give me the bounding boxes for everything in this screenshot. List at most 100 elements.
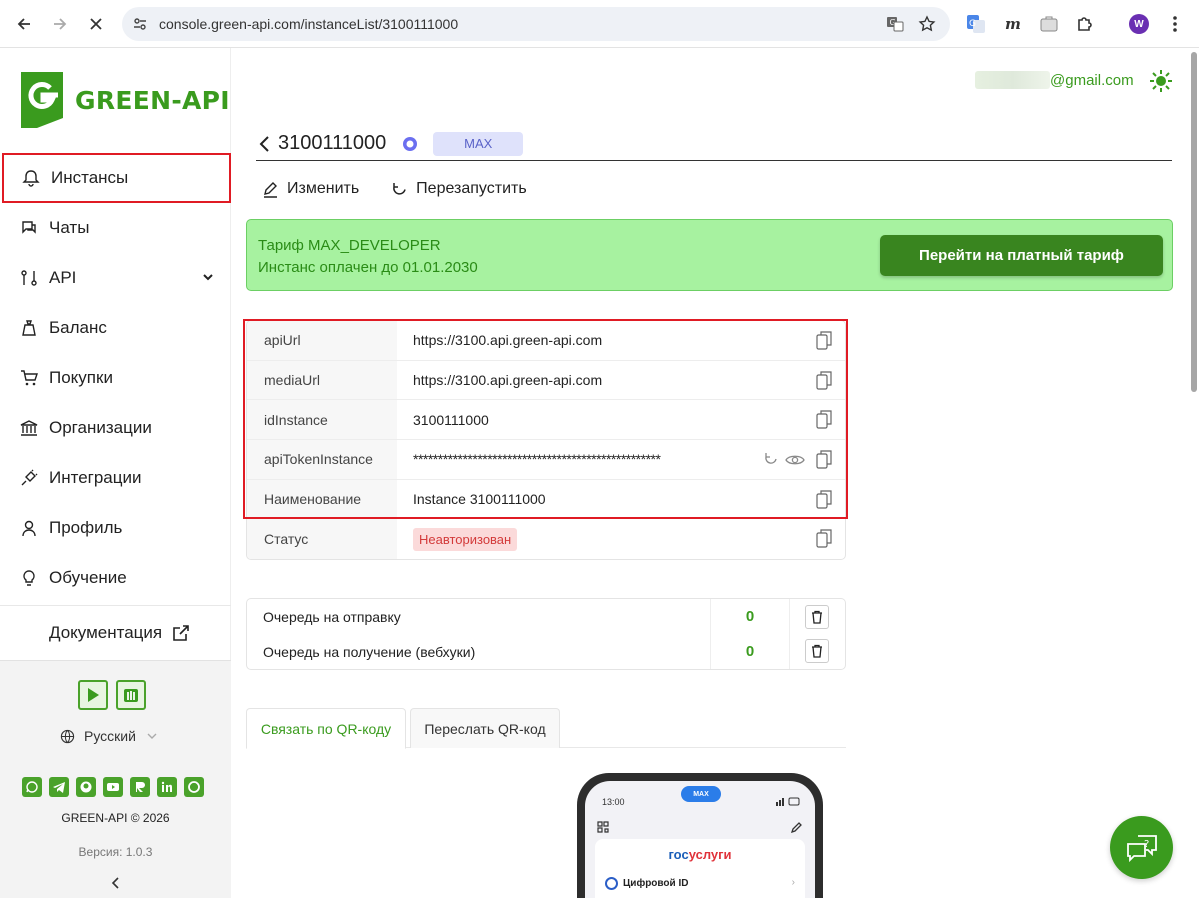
page-scrollbar[interactable]	[1189, 48, 1199, 898]
regenerate-token-icon[interactable]	[763, 451, 779, 467]
app-store-button[interactable]	[116, 680, 146, 710]
max-logo-icon	[403, 136, 418, 151]
copy-icon[interactable]	[816, 449, 832, 469]
github-icon[interactable]	[76, 777, 96, 797]
clear-send-queue-button[interactable]	[805, 605, 829, 629]
api-icon	[21, 270, 37, 286]
tab-link-by-qr[interactable]: Связать по QR-коду	[246, 708, 406, 749]
kebab-menu-icon[interactable]	[1166, 14, 1184, 34]
row-value[interactable]: Instance 3100111000	[397, 491, 546, 507]
forward-button[interactable]	[46, 10, 74, 38]
table-row: mediaUrl https://3100.api.green-api.com	[247, 360, 845, 401]
linkedin-icon[interactable]	[157, 777, 177, 797]
gos-part: гос	[668, 847, 689, 862]
stop-button[interactable]	[82, 10, 110, 38]
divider	[0, 605, 231, 606]
telegram-icon[interactable]	[49, 777, 69, 797]
row-value[interactable]: 3100111000	[397, 412, 489, 428]
status-badge: Неавторизован	[413, 528, 518, 552]
site-settings-icon[interactable]	[132, 16, 148, 32]
copy-icon[interactable]	[816, 489, 832, 509]
queue-send-label: Очередь на отправку	[263, 608, 401, 625]
briefcase-extension-icon[interactable]	[1039, 14, 1059, 34]
instance-actions: Изменить Перезапустить	[262, 180, 559, 198]
max-messenger-icon[interactable]	[184, 777, 204, 797]
chat-icon	[22, 221, 36, 234]
arrow-right-icon	[54, 18, 67, 30]
sidebar-item-balance[interactable]: Баланс	[0, 303, 231, 353]
pencil-icon	[264, 181, 277, 198]
trash-icon	[812, 644, 822, 658]
language-select[interactable]: Русский	[60, 728, 167, 744]
upgrade-tariff-button[interactable]: Перейти на платный тариф	[880, 235, 1163, 276]
uslugi-part: услуги	[688, 847, 732, 862]
rutube-icon[interactable]	[130, 777, 150, 797]
clear-receive-queue-button[interactable]	[805, 639, 829, 663]
store-app-icon	[124, 689, 138, 702]
url-text[interactable]: console.green-api.com/instanceList/31001…	[159, 16, 458, 32]
sidebar-item-organizations[interactable]: Организации	[0, 403, 231, 453]
sidebar-item-label: Инстансы	[51, 168, 129, 187]
sidebar-item-chats[interactable]: Чаты	[0, 203, 231, 253]
instance-header: 3100111000 MAX	[256, 127, 1172, 161]
profile-avatar[interactable]: W	[1129, 14, 1149, 34]
restart-button[interactable]: Перезапустить	[391, 180, 527, 198]
eye-icon[interactable]	[785, 451, 805, 469]
copy-icon[interactable]	[816, 330, 832, 350]
chevron-down-icon	[147, 733, 157, 739]
google-play-button[interactable]	[78, 680, 108, 710]
pencil-icon	[791, 822, 802, 833]
documentation-link[interactable]: Документация	[0, 607, 231, 659]
copy-icon[interactable]	[816, 370, 832, 390]
sidebar-item-label: Организации	[49, 418, 152, 437]
signal-battery-icon	[776, 797, 800, 806]
brand-name: GREEN-API	[75, 85, 230, 115]
sidebar-item-label: Чаты	[49, 218, 90, 237]
whatsapp-icon[interactable]	[22, 777, 42, 797]
table-row: apiTokenInstance ***********************…	[247, 440, 845, 480]
address-bar[interactable]: console.green-api.com/instanceList/31001…	[122, 7, 950, 41]
external-link-icon	[173, 625, 189, 641]
support-chat-button[interactable]: ?	[1110, 816, 1173, 879]
globe-icon	[60, 729, 75, 743]
phone-screen: 13:00 MAX госуслуги Цифровой ID ›	[585, 781, 815, 898]
m-extension-icon[interactable]: m	[1003, 14, 1023, 34]
sidebar-item-label: API	[49, 268, 77, 287]
table-row: Наименование Instance 3100111000	[247, 479, 845, 520]
translate-icon[interactable]: G	[886, 15, 904, 33]
collapse-sidebar-icon[interactable]	[108, 875, 124, 891]
tab-forward-qr[interactable]: Переслать QR-код	[410, 708, 560, 748]
copyright-text: GREEN-API © 2026	[61, 811, 170, 825]
edit-button[interactable]: Изменить	[262, 180, 359, 198]
queue-send-count: 0	[710, 599, 790, 634]
chevron-down-icon[interactable]	[201, 270, 215, 284]
youtube-icon[interactable]	[103, 777, 123, 797]
sidebar-item-purchases[interactable]: Покупки	[0, 353, 231, 403]
row-value[interactable]: https://3100.api.green-api.com	[397, 332, 602, 348]
social-links	[22, 777, 204, 797]
table-row: Статус Неавторизован	[247, 519, 845, 560]
copy-icon[interactable]	[816, 528, 832, 549]
sidebar-item-learning[interactable]: Обучение	[0, 553, 231, 603]
logo[interactable]: GREEN-API	[17, 70, 230, 130]
sidebar-item-instances[interactable]: Инстансы	[2, 153, 231, 203]
back-button[interactable]	[10, 10, 38, 38]
tariff-banner: Тариф MAX_DEVELOPER Инстанс оплачен до 0…	[246, 219, 1173, 291]
puzzle-icon[interactable]	[1075, 14, 1095, 34]
google-translate-extension-icon[interactable]: G	[966, 14, 986, 34]
sidebar-item-profile[interactable]: Профиль	[0, 503, 231, 553]
sidebar-item-label: Баланс	[49, 318, 107, 337]
copy-icon[interactable]	[816, 409, 832, 429]
row-value[interactable]: ****************************************…	[397, 451, 661, 467]
account-email[interactable]: @gmail.com	[975, 71, 1134, 89]
page-title: 3100111000	[278, 132, 387, 154]
back-chevron-icon[interactable]	[256, 134, 272, 154]
scrollbar-thumb[interactable]	[1191, 52, 1197, 392]
theme-toggle-sun-icon[interactable]	[1149, 69, 1173, 93]
row-key: Статус	[247, 519, 397, 560]
row-value[interactable]: https://3100.api.green-api.com	[397, 372, 602, 388]
bulb-icon	[23, 570, 35, 586]
star-icon[interactable]	[918, 15, 936, 33]
sidebar-item-integrations[interactable]: Интеграции	[0, 453, 231, 503]
sidebar-item-api[interactable]: API	[0, 253, 231, 303]
